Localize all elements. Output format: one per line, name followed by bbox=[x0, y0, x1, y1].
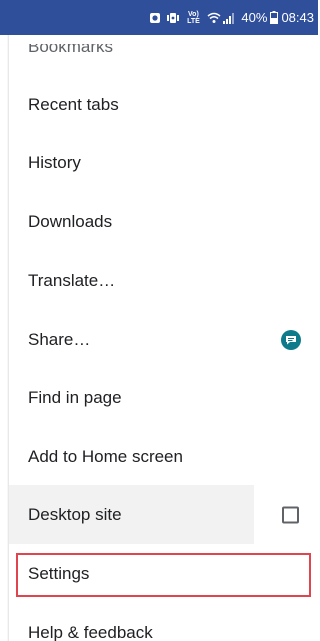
menu-item-label: Settings bbox=[28, 564, 90, 583]
menu-item-history[interactable]: History bbox=[9, 134, 318, 192]
menu-item-label: Share… bbox=[28, 330, 91, 349]
battery-percent: 40% bbox=[241, 10, 268, 25]
menu-item-help-feedback[interactable]: Help & feedback bbox=[9, 604, 318, 641]
menu-item-label: Translate… bbox=[28, 271, 116, 290]
menu-item-label: Desktop site bbox=[28, 505, 122, 524]
checkbox-unchecked-icon[interactable] bbox=[282, 506, 299, 524]
menu-item-desktop-site[interactable]: Desktop site bbox=[9, 486, 318, 544]
desktop-site-checkbox[interactable] bbox=[282, 506, 299, 524]
menu-item-add-to-home-screen[interactable]: Add to Home screen bbox=[9, 428, 318, 486]
menu-item-settings[interactable]: Settings bbox=[9, 545, 318, 603]
chat-bubble-icon[interactable] bbox=[281, 330, 301, 350]
wifi-icon bbox=[207, 12, 221, 24]
menu-item-label: Add to Home screen bbox=[28, 447, 183, 466]
menu-item-label: Downloads bbox=[28, 212, 113, 231]
menu-item-label: Find in page bbox=[28, 388, 122, 407]
menu-item-downloads[interactable]: Downloads bbox=[9, 193, 318, 251]
menu-item-label: History bbox=[28, 153, 81, 172]
overlay-edge bbox=[0, 0, 9, 641]
menu-item-translate[interactable]: Translate… bbox=[9, 252, 318, 310]
menu-item-recent-tabs[interactable]: Recent tabs bbox=[9, 76, 318, 134]
status-bar: Vo) LTE 40% 08:43 bbox=[0, 0, 318, 35]
menu-item-share[interactable]: Share… bbox=[9, 311, 318, 369]
menu-item-label: Recent tabs bbox=[28, 95, 119, 114]
menu-item-label: Help & feedback bbox=[28, 623, 153, 641]
menu-item-find-in-page[interactable]: Find in page bbox=[9, 369, 318, 427]
alarm-icon bbox=[149, 12, 161, 24]
signal-icon bbox=[223, 12, 235, 24]
vibrate-icon bbox=[167, 12, 180, 24]
menu-item-bookmarks-partial[interactable]: Bookmarks bbox=[28, 44, 113, 56]
battery-icon bbox=[270, 11, 279, 24]
volte-icon: Vo) LTE bbox=[187, 10, 200, 25]
clock: 08:43 bbox=[281, 10, 314, 25]
